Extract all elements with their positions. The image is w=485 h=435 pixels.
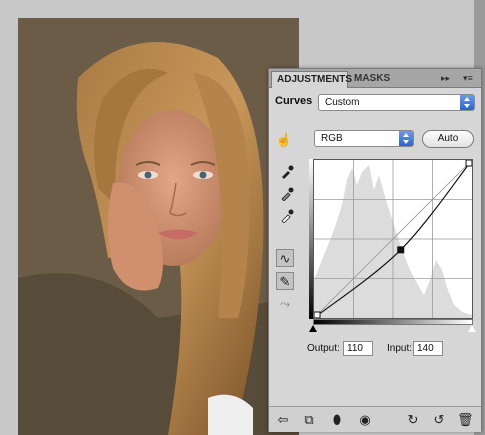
input-label: Input:	[387, 343, 413, 354]
tab-adjustments[interactable]: ADJUSTMENTS	[271, 71, 352, 88]
view-previous-icon[interactable]: ↻	[405, 412, 421, 428]
channel-select-value: RGB	[321, 133, 343, 144]
input-field[interactable]: 140	[413, 341, 443, 356]
document-photo	[18, 18, 299, 435]
curves-graph[interactable]	[313, 159, 473, 319]
black-point-eyedropper-icon[interactable]	[278, 165, 296, 183]
black-input-slider[interactable]	[309, 325, 317, 332]
white-input-slider[interactable]	[468, 325, 476, 332]
auto-button[interactable]: Auto	[422, 130, 474, 148]
reset-icon[interactable]: ↺	[431, 412, 447, 428]
curve-control-point[interactable]	[465, 159, 473, 167]
preset-select[interactable]: Custom	[318, 94, 475, 111]
on-image-adjust-icon[interactable]: ☝	[275, 131, 293, 149]
adjustments-panel: ADJUSTMENTS MASKS ▸▸ ▾≡ Curves Custom ☝ …	[268, 68, 482, 432]
panel-bottom-bar: ⇦ ⧉ ⬮ ◉ ↻ ↺ 🗑	[269, 406, 481, 432]
adjustment-type-label: Curves	[275, 95, 313, 107]
select-arrows-icon	[399, 131, 413, 146]
portrait-image	[18, 18, 299, 435]
expand-view-icon[interactable]: ⧉	[301, 412, 317, 428]
panel-menu-icon[interactable]: ▾≡	[463, 72, 473, 84]
curve-control-point[interactable]	[313, 311, 321, 319]
panel-tab-bar: ADJUSTMENTS MASKS ▸▸ ▾≡	[269, 69, 481, 88]
trash-icon[interactable]: 🗑	[457, 412, 474, 428]
input-gradient-bar	[313, 319, 473, 325]
back-arrow-icon[interactable]: ⇦	[275, 412, 291, 428]
collapse-icon[interactable]: ▸▸	[441, 72, 450, 84]
curve-control-point[interactable]	[397, 246, 405, 254]
pencil-draw-icon[interactable]: ✎	[276, 272, 294, 290]
clip-to-layer-icon[interactable]: ⬮	[329, 412, 345, 428]
select-arrows-icon	[460, 95, 474, 110]
white-point-eyedropper-icon[interactable]	[278, 209, 296, 227]
smooth-icon[interactable]: ⤳	[276, 295, 294, 313]
channel-select[interactable]: RGB	[314, 130, 414, 147]
visibility-eye-icon[interactable]: ◉	[357, 412, 373, 428]
tab-masks[interactable]: MASKS	[349, 71, 395, 88]
output-label: Output:	[307, 343, 340, 354]
gray-point-eyedropper-icon[interactable]	[278, 187, 296, 205]
curve-points-icon[interactable]: ∿	[276, 249, 294, 267]
preset-select-value: Custom	[325, 97, 360, 108]
curves-plot[interactable]	[313, 159, 473, 319]
output-field[interactable]: 110	[343, 341, 373, 356]
